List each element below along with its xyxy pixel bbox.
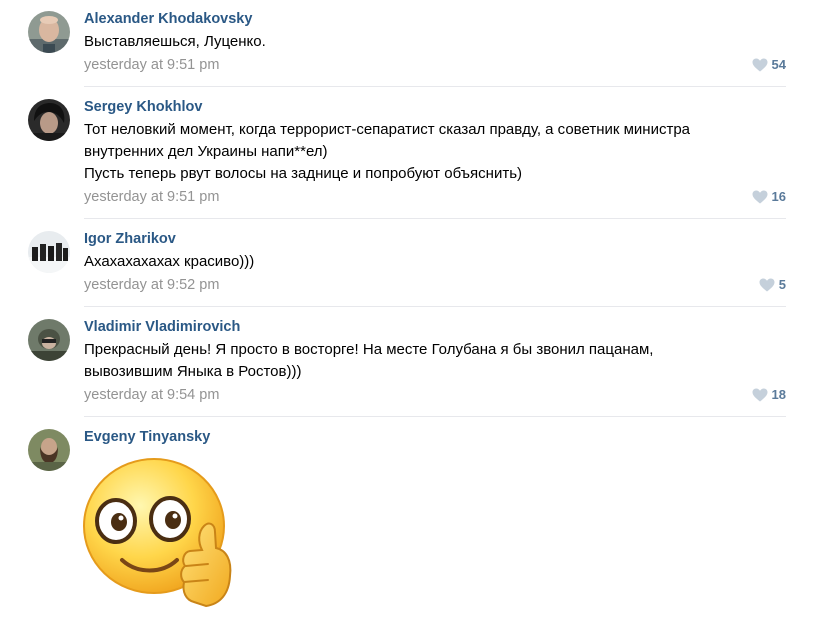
comment-line: Тот неловкий момент, когда террорист-сеп… (84, 121, 690, 138)
comments-feed: Alexander Khodakovsky Выставляешься, Луц… (0, 0, 815, 628)
author-name[interactable]: Vladimir Vladimirovich (84, 319, 240, 335)
comment-line: Прекрасный день! Я просто в восторге! На… (84, 341, 654, 358)
divider (84, 218, 786, 219)
comment-text: Тот неловкий момент, когда террорист-сеп… (84, 119, 784, 185)
like-count: 16 (771, 189, 786, 204)
like-count: 54 (771, 57, 786, 72)
comment-timestamp[interactable]: yesterday at 9:54 pm (84, 387, 219, 403)
author-avatar[interactable] (28, 429, 70, 471)
thumbs-up-smiley-sticker (83, 458, 232, 608)
comment-text: Прекрасный день! Я просто в восторге! На… (84, 339, 784, 383)
author-name[interactable]: Alexander Khodakovsky (84, 11, 252, 27)
heart-icon (759, 278, 775, 291)
like-count: 18 (771, 387, 786, 402)
comment-line: Пусть теперь рвут волосы на заднице и по… (84, 165, 523, 182)
comment-line: Ахахахахахах красиво))) (84, 253, 255, 270)
divider (84, 86, 786, 87)
comment-line: внутренних дел Украины напи**ел) (84, 143, 328, 160)
author-avatar[interactable] (28, 11, 70, 53)
comment-text: Выставляешься, Луценко. (84, 31, 784, 53)
comment-timestamp[interactable]: yesterday at 9:51 pm (84, 189, 219, 205)
divider (84, 306, 786, 307)
heart-icon (752, 388, 768, 401)
author-name[interactable]: Igor Zharikov (84, 231, 176, 247)
like-count: 5 (778, 277, 786, 292)
author-name[interactable]: Sergey Khokhlov (84, 99, 202, 115)
comment-timestamp[interactable]: yesterday at 9:52 pm (84, 277, 219, 293)
comment-text: Ахахахахахах красиво))) (84, 251, 784, 273)
author-avatar[interactable] (28, 319, 70, 361)
like-button[interactable]: 16 (752, 189, 786, 204)
like-button[interactable]: 54 (752, 57, 786, 72)
like-button[interactable]: 18 (752, 387, 786, 402)
heart-icon (752, 190, 768, 203)
author-avatar[interactable] (28, 99, 70, 141)
like-button[interactable]: 5 (759, 277, 786, 292)
comment-line: Выставляешься, Луценко. (84, 33, 266, 50)
heart-icon (752, 58, 768, 71)
author-name[interactable]: Evgeny Tinyansky (84, 429, 210, 445)
comment-line: вывозившим Яныка в Ростов))) (84, 363, 302, 380)
comment-timestamp[interactable]: yesterday at 9:51 pm (84, 57, 219, 73)
author-avatar[interactable] (28, 231, 70, 273)
divider (84, 416, 786, 417)
